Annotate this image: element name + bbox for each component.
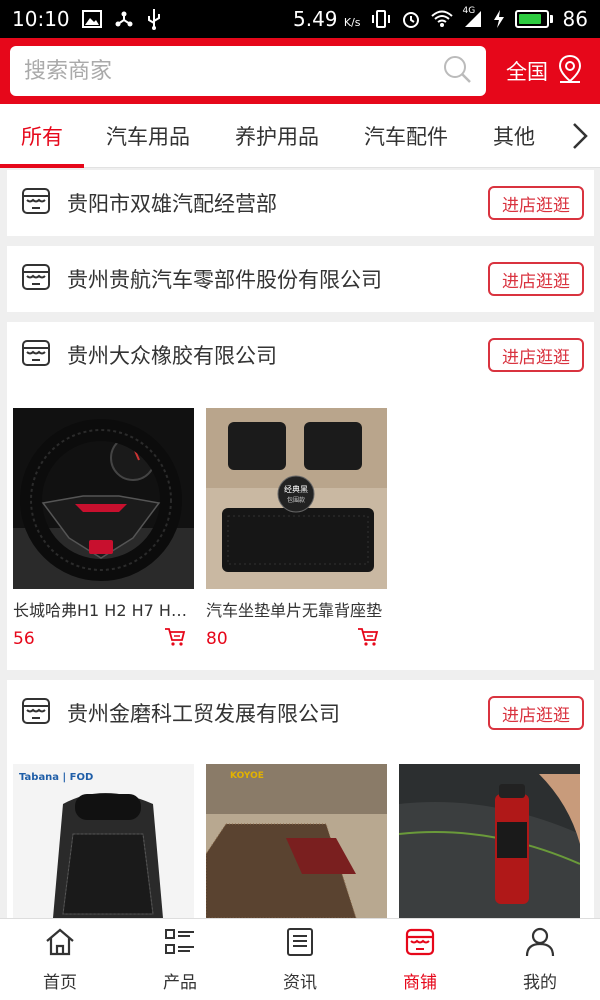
- svg-text:Tabana | FOD: Tabana | FOD: [19, 772, 93, 783]
- image-icon: [81, 10, 102, 28]
- tab-car-supplies[interactable]: 汽车用品: [84, 104, 212, 168]
- nav-home-label: 首页: [43, 972, 77, 993]
- enter-shop-button[interactable]: 进店逛逛: [488, 696, 584, 730]
- shop-name: 贵州大众橡胶有限公司: [67, 344, 277, 368]
- news-icon: [284, 927, 316, 962]
- tab-car-parts[interactable]: 汽车配件: [342, 104, 470, 168]
- nav-shops[interactable]: 商铺: [360, 919, 480, 1000]
- nav-me[interactable]: 我的: [480, 919, 600, 1000]
- header-bar: 全国: [0, 38, 600, 104]
- bottom-nav: 首页 产品 资讯 商铺 我的: [0, 918, 600, 1000]
- signal-icon: 4G: [463, 6, 483, 28]
- nav-home[interactable]: 首页: [0, 919, 120, 1000]
- svg-text:KOYOE: KOYOE: [230, 771, 264, 781]
- enter-shop-button[interactable]: 进店逛逛: [488, 262, 584, 296]
- svg-text:包围款: 包围款: [287, 496, 305, 504]
- location-pin-icon: [556, 54, 584, 89]
- nav-news-label: 资讯: [283, 972, 317, 993]
- list-icon: [164, 927, 196, 962]
- product-image-neck-pillow[interactable]: Tabana | FOD: [13, 764, 194, 918]
- product-image-seat-cushion[interactable]: 经典黑 包围款: [206, 408, 387, 589]
- shop-name: 贵州金磨科工贸发展有限公司: [67, 702, 340, 726]
- shop-row[interactable]: 贵州金磨科工贸发展有限公司 进店逛逛: [7, 680, 594, 746]
- product-price: 80: [206, 629, 228, 649]
- shop-card: 贵州金磨科工贸发展有限公司 进店逛逛 Tabana | FOD KOYOE: [7, 680, 594, 918]
- nav-products[interactable]: 产品: [120, 919, 240, 1000]
- product-card[interactable]: KOYOE: [206, 764, 387, 918]
- product-card[interactable]: [399, 764, 580, 918]
- cart-icon[interactable]: [164, 627, 186, 651]
- wifi-icon: [430, 10, 453, 28]
- region-label: 全国: [506, 60, 548, 84]
- battery-icon: [514, 10, 553, 28]
- home-icon: [44, 927, 76, 962]
- product-list: Tabana | FOD KOYOE: [7, 764, 594, 918]
- product-image-dashboard-spray[interactable]: [399, 764, 580, 918]
- search-icon[interactable]: [442, 54, 472, 88]
- store-icon: [21, 696, 51, 730]
- nav-me-label: 我的: [523, 972, 557, 993]
- charging-icon: [493, 9, 505, 29]
- status-bar: 10:10 5.49 K/s 4G 86: [0, 0, 600, 38]
- tab-all[interactable]: 所有: [0, 104, 84, 168]
- product-image-floor-mat[interactable]: KOYOE: [206, 764, 387, 918]
- search-box[interactable]: [10, 46, 486, 96]
- alarm-icon: [401, 9, 421, 29]
- search-input[interactable]: [24, 58, 442, 84]
- nav-products-label: 产品: [163, 972, 197, 993]
- status-time: 10:10: [12, 7, 70, 31]
- battery-level: 86: [562, 7, 588, 31]
- product-list: 长城哈弗H1 H2 H7 H8 H9 方向盘套 56 经典黑: [7, 408, 594, 651]
- user-icon: [524, 927, 556, 962]
- enter-shop-button[interactable]: 进店逛逛: [488, 186, 584, 220]
- store-icon: [21, 262, 51, 296]
- shop-row[interactable]: 贵阳市双雄汽配经营部 进店逛逛: [7, 170, 594, 236]
- shop-name: 贵州贵航汽车零部件股份有限公司: [67, 268, 382, 292]
- nav-news[interactable]: 资讯: [240, 919, 360, 1000]
- shop-name: 贵阳市双雄汽配经营部: [67, 192, 277, 216]
- product-card[interactable]: 长城哈弗H1 H2 H7 H8 H9 方向盘套 56: [13, 408, 194, 651]
- store-icon: [21, 186, 51, 220]
- usb-icon: [146, 8, 162, 30]
- shop-row[interactable]: 贵州贵航汽车零部件股份有限公司 进店逛逛: [7, 246, 594, 312]
- product-card[interactable]: 经典黑 包围款 汽车坐垫单片无靠背座垫 80: [206, 408, 387, 651]
- cart-icon[interactable]: [357, 627, 379, 651]
- enter-shop-button[interactable]: 进店逛逛: [488, 338, 584, 372]
- product-card[interactable]: Tabana | FOD: [13, 764, 194, 918]
- vibrate-icon: [371, 9, 391, 29]
- region-selector[interactable]: 全国: [506, 54, 590, 89]
- product-image-steering-wheel-cover[interactable]: [13, 408, 194, 589]
- shop-row[interactable]: 贵州大众橡胶有限公司 进店逛逛: [7, 322, 594, 388]
- store-icon: [21, 338, 51, 372]
- chevron-right-icon[interactable]: [560, 104, 600, 168]
- share-icon: [114, 9, 134, 29]
- category-tabs: 所有 汽车用品 养护用品 汽车配件 其他: [0, 104, 600, 168]
- nav-shops-label: 商铺: [403, 972, 437, 993]
- product-title[interactable]: 汽车坐垫单片无靠背座垫: [206, 597, 384, 621]
- svg-text:经典黑: 经典黑: [284, 484, 308, 494]
- product-title[interactable]: 长城哈弗H1 H2 H7 H8 H9 方向盘套: [13, 597, 191, 621]
- product-price: 56: [13, 629, 35, 649]
- store-icon: [404, 927, 436, 962]
- tab-other[interactable]: 其他: [470, 104, 558, 168]
- network-speed: 5.49 K/s: [293, 7, 361, 31]
- tab-maintenance[interactable]: 养护用品: [212, 104, 342, 168]
- shop-card: 贵州大众橡胶有限公司 进店逛逛 长城哈弗H1 H2 H7 H8 H9 方向盘套: [7, 322, 594, 670]
